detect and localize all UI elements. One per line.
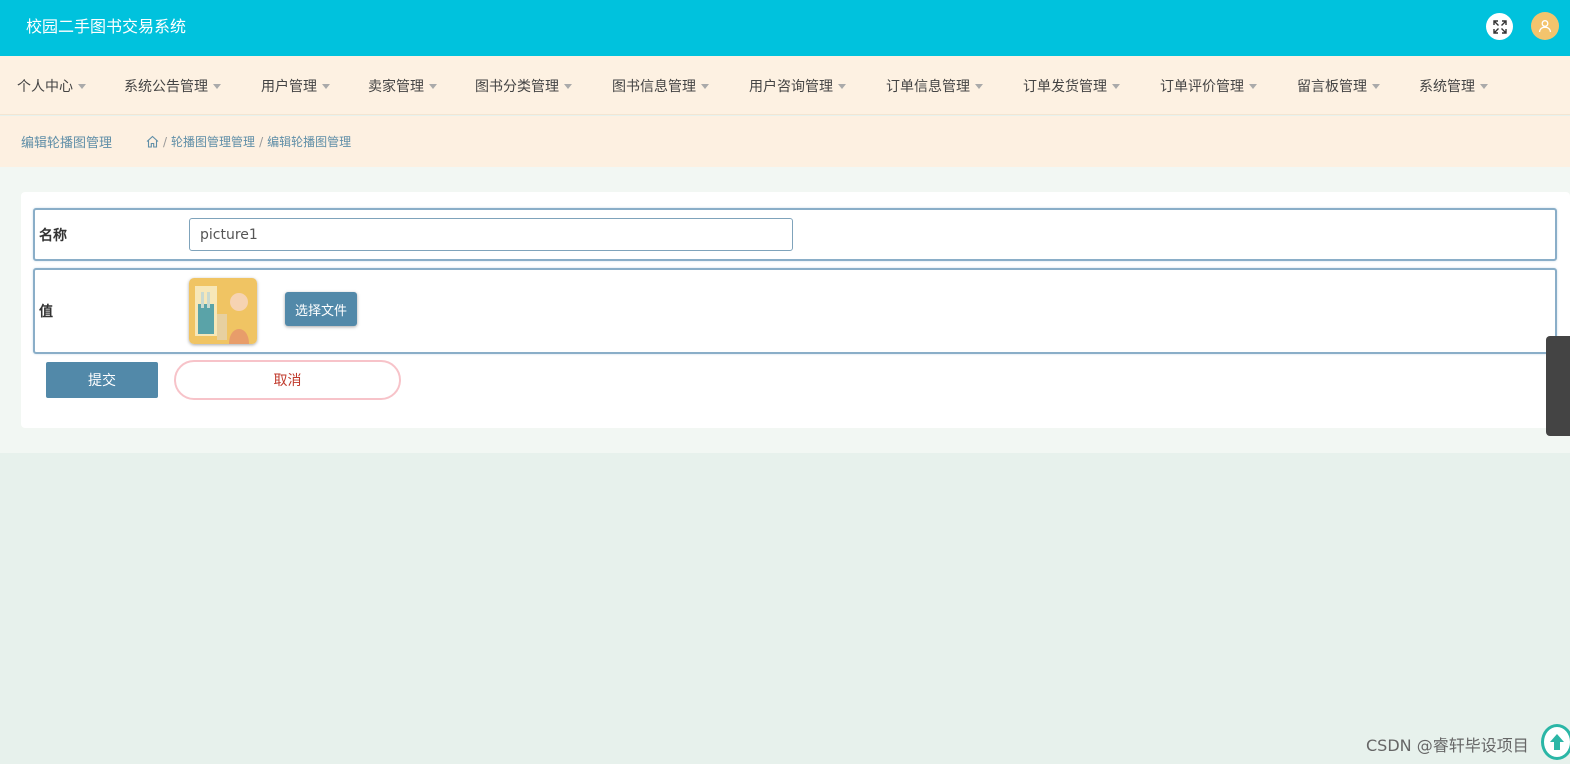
nav-item-order-shipping[interactable]: 订单发货管理 <box>1023 56 1120 115</box>
carousel-image-preview <box>189 278 257 344</box>
nav-item-label: 系统公告管理 <box>124 78 208 95</box>
nav-item-order-info[interactable]: 订单信息管理 <box>886 56 983 115</box>
user-avatar-icon <box>1538 20 1552 33</box>
caret-down-icon <box>1249 84 1257 89</box>
breadcrumb-item-carousel[interactable]: 轮播图管理管理 <box>171 133 255 150</box>
value-label: 值 <box>39 304 53 320</box>
home-icon[interactable] <box>146 135 159 148</box>
name-label: 名称 <box>39 228 67 244</box>
nav-item-users[interactable]: 用户管理 <box>261 56 330 115</box>
nav-item-label: 图书分类管理 <box>475 78 559 95</box>
breadcrumb-bar: 编辑轮播图管理 / 轮播图管理管理 / 编辑轮播图管理 <box>0 116 1570 167</box>
nav-item-label: 订单发货管理 <box>1023 78 1107 95</box>
watermark: CSDN @睿轩毕设项目 <box>1366 736 1529 755</box>
nav-item-user-inquiries[interactable]: 用户咨询管理 <box>749 56 846 115</box>
app-title: 校园二手图书交易系统 <box>26 17 187 36</box>
nav-item-label: 用户管理 <box>261 78 317 95</box>
caret-down-icon <box>1112 84 1120 89</box>
breadcrumb-item-edit: 编辑轮播图管理 <box>267 135 352 149</box>
nav-item-label: 图书信息管理 <box>612 78 696 95</box>
name-input[interactable] <box>189 218 793 251</box>
nav-item-book-info[interactable]: 图书信息管理 <box>612 56 709 115</box>
nav-item-sellers[interactable]: 卖家管理 <box>368 56 437 115</box>
avatar[interactable] <box>1531 12 1559 40</box>
nav-item-label: 用户咨询管理 <box>749 78 833 95</box>
fullscreen-button[interactable] <box>1486 13 1513 40</box>
form-row-value: 值 选择文件 <box>33 268 1557 354</box>
page-title: 编辑轮播图管理 <box>21 136 113 151</box>
form-row-name: 名称 <box>33 208 1557 261</box>
top-bar: 校园二手图书交易系统 <box>0 0 1570 56</box>
breadcrumb-separator: / <box>259 134 264 149</box>
nav-item-order-reviews[interactable]: 订单评价管理 <box>1160 56 1257 115</box>
caret-down-icon <box>1372 84 1380 89</box>
image-thumbnail <box>189 278 257 344</box>
caret-down-icon <box>701 84 709 89</box>
caret-down-icon <box>322 84 330 89</box>
main-nav: 个人中心 系统公告管理 用户管理 卖家管理 图书分类管理 图书信息管理 用户咨询… <box>0 56 1570 115</box>
nav-item-personal-center[interactable]: 个人中心 <box>17 56 86 115</box>
nav-item-label: 系统管理 <box>1419 78 1475 95</box>
nav-item-label: 卖家管理 <box>368 78 424 95</box>
side-drawer-handle[interactable] <box>1546 336 1570 436</box>
caret-down-icon <box>838 84 846 89</box>
caret-down-icon <box>975 84 983 89</box>
nav-item-message-board[interactable]: 留言板管理 <box>1297 56 1380 115</box>
arrow-up-icon <box>1550 734 1564 750</box>
caret-down-icon <box>213 84 221 89</box>
nav-item-book-categories[interactable]: 图书分类管理 <box>475 56 572 115</box>
cancel-button[interactable]: 取消 <box>174 360 401 400</box>
breadcrumb: / 轮播图管理管理 / 编辑轮播图管理 <box>146 133 351 150</box>
fullscreen-icon <box>1492 19 1507 34</box>
choose-file-button[interactable]: 选择文件 <box>285 292 357 326</box>
scroll-to-top-button[interactable] <box>1541 724 1570 760</box>
nav-item-label: 留言板管理 <box>1297 78 1367 95</box>
caret-down-icon <box>429 84 437 89</box>
nav-item-label: 订单评价管理 <box>1160 78 1244 95</box>
nav-item-label: 个人中心 <box>17 78 73 95</box>
breadcrumb-separator: / <box>163 134 168 149</box>
submit-button[interactable]: 提交 <box>46 362 158 398</box>
caret-down-icon <box>78 84 86 89</box>
caret-down-icon <box>1480 84 1488 89</box>
caret-down-icon <box>564 84 572 89</box>
nav-item-label: 订单信息管理 <box>886 78 970 95</box>
nav-item-announcements[interactable]: 系统公告管理 <box>124 56 221 115</box>
nav-item-system[interactable]: 系统管理 <box>1419 56 1488 115</box>
